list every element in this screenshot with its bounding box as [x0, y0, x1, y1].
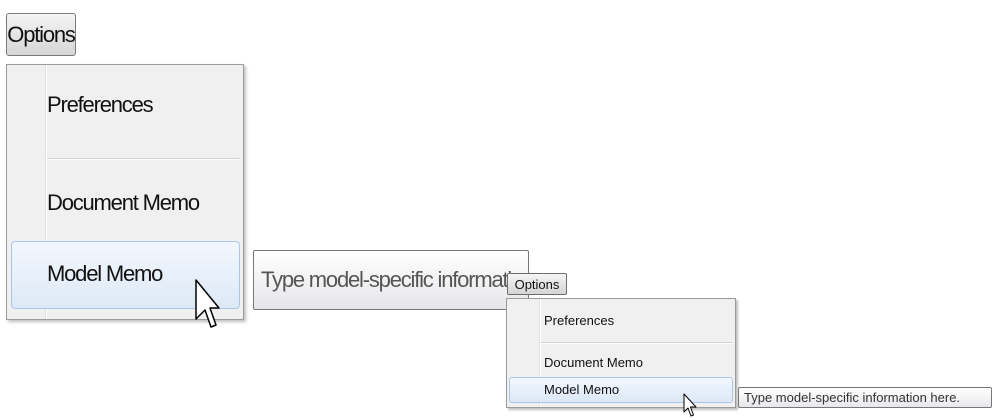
- options-button-large[interactable]: Options: [6, 13, 76, 56]
- menu-item-highlight: [509, 377, 733, 403]
- menu-item-preferences[interactable]: Preferences: [47, 92, 154, 118]
- arrow-cursor-icon: [683, 393, 697, 417]
- options-button-small[interactable]: Options: [507, 273, 567, 295]
- menu-item-preferences[interactable]: Preferences: [544, 313, 614, 328]
- options-button-label: Options: [7, 21, 76, 47]
- menu-separator: [541, 342, 732, 344]
- menu-item-document-memo[interactable]: Document Memo: [47, 190, 200, 216]
- tooltip-large: Type model-specific information here.: [253, 250, 529, 310]
- options-menu-small: Preferences Document Memo Model Memo: [506, 298, 736, 408]
- tooltip-small: Type model-specific information here.: [738, 387, 992, 408]
- menu-item-model-memo[interactable]: Model Memo: [47, 261, 163, 287]
- menu-item-model-memo[interactable]: Model Memo: [544, 382, 619, 397]
- menu-item-document-memo[interactable]: Document Memo: [544, 355, 643, 370]
- menu-separator: [47, 158, 239, 160]
- arrow-cursor-icon: [195, 279, 220, 328]
- options-button-label: Options: [514, 276, 560, 292]
